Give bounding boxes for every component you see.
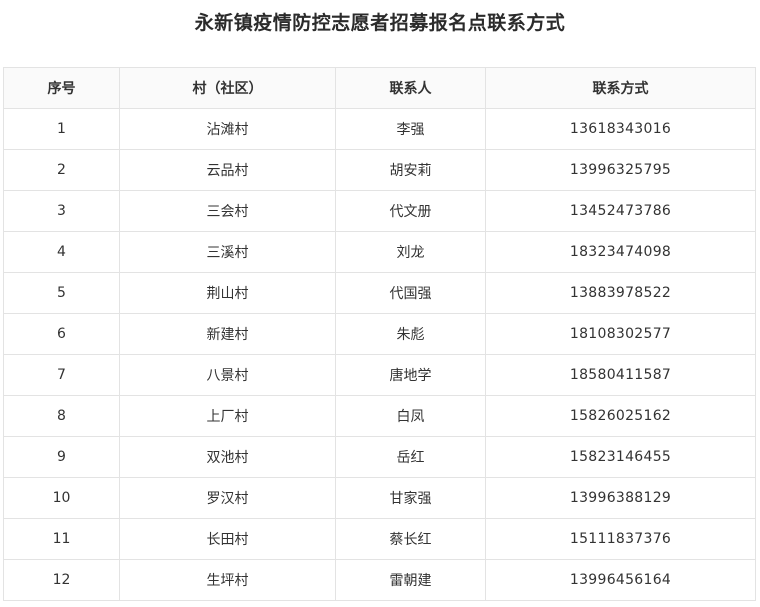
header-phone: 联系方式 — [485, 67, 756, 109]
row-index: 9 — [3, 436, 120, 478]
row-phone: 13883978522 — [485, 272, 756, 314]
row-village: 上厂村 — [119, 395, 336, 437]
row-contact-person: 李强 — [335, 108, 486, 150]
row-index: 8 — [3, 395, 120, 437]
row-village: 八景村 — [119, 354, 336, 396]
table-row: 8 上厂村 白凤 15826025162 — [3, 395, 756, 437]
page: 永新镇疫情防控志愿者招募报名点联系方式 序号 村（社区） 联系人 联系方式 1 … — [0, 0, 760, 607]
row-contact-person: 蔡长红 — [335, 518, 486, 560]
row-village: 双池村 — [119, 436, 336, 478]
table-row: 9 双池村 岳红 15823146455 — [3, 436, 756, 478]
table-row: 10 罗汉村 甘家强 13996388129 — [3, 477, 756, 519]
row-village: 新建村 — [119, 313, 336, 355]
row-phone: 13996325795 — [485, 149, 756, 191]
row-phone: 18108302577 — [485, 313, 756, 355]
row-index: 5 — [3, 272, 120, 314]
table-header-row: 序号 村（社区） 联系人 联系方式 — [3, 67, 756, 109]
row-index: 1 — [3, 108, 120, 150]
row-village: 罗汉村 — [119, 477, 336, 519]
row-village: 三溪村 — [119, 231, 336, 273]
row-contact-person: 白凤 — [335, 395, 486, 437]
row-village: 生坪村 — [119, 559, 336, 601]
row-phone: 13452473786 — [485, 190, 756, 232]
table-row: 5 荆山村 代国强 13883978522 — [3, 272, 756, 314]
row-village: 荆山村 — [119, 272, 336, 314]
row-phone: 18580411587 — [485, 354, 756, 396]
row-contact-person: 甘家强 — [335, 477, 486, 519]
table-row: 11 长田村 蔡长红 15111837376 — [3, 518, 756, 560]
row-phone: 13618343016 — [485, 108, 756, 150]
header-index: 序号 — [3, 67, 120, 109]
row-phone: 15823146455 — [485, 436, 756, 478]
row-contact-person: 刘龙 — [335, 231, 486, 273]
row-contact-person: 代国强 — [335, 272, 486, 314]
row-village: 云品村 — [119, 149, 336, 191]
row-contact-person: 雷朝建 — [335, 559, 486, 601]
table-row: 6 新建村 朱彪 18108302577 — [3, 313, 756, 355]
row-phone: 13996456164 — [485, 559, 756, 601]
row-index: 7 — [3, 354, 120, 396]
header-village: 村（社区） — [119, 67, 336, 109]
row-contact-person: 朱彪 — [335, 313, 486, 355]
row-index: 3 — [3, 190, 120, 232]
page-title: 永新镇疫情防控志愿者招募报名点联系方式 — [194, 12, 566, 34]
row-contact-person: 代文册 — [335, 190, 486, 232]
row-index: 6 — [3, 313, 120, 355]
table-row: 3 三会村 代文册 13452473786 — [3, 190, 756, 232]
table-row: 1 沾滩村 李强 13618343016 — [3, 108, 756, 150]
row-contact-person: 唐地学 — [335, 354, 486, 396]
contact-table: 序号 村（社区） 联系人 联系方式 1 沾滩村 李强 13618343016 2… — [3, 67, 756, 601]
row-index: 10 — [3, 477, 120, 519]
table-row: 12 生坪村 雷朝建 13996456164 — [3, 559, 756, 601]
row-index: 12 — [3, 559, 120, 601]
row-index: 4 — [3, 231, 120, 273]
row-village: 长田村 — [119, 518, 336, 560]
table-row: 7 八景村 唐地学 18580411587 — [3, 354, 756, 396]
table-row: 4 三溪村 刘龙 18323474098 — [3, 231, 756, 273]
row-index: 11 — [3, 518, 120, 560]
row-index: 2 — [3, 149, 120, 191]
row-phone: 15826025162 — [485, 395, 756, 437]
table-row: 2 云品村 胡安莉 13996325795 — [3, 149, 756, 191]
row-phone: 15111837376 — [485, 518, 756, 560]
row-phone: 18323474098 — [485, 231, 756, 273]
row-village: 三会村 — [119, 190, 336, 232]
row-phone: 13996388129 — [485, 477, 756, 519]
header-contact-person: 联系人 — [335, 67, 486, 109]
row-contact-person: 岳红 — [335, 436, 486, 478]
row-contact-person: 胡安莉 — [335, 149, 486, 191]
row-village: 沾滩村 — [119, 108, 336, 150]
